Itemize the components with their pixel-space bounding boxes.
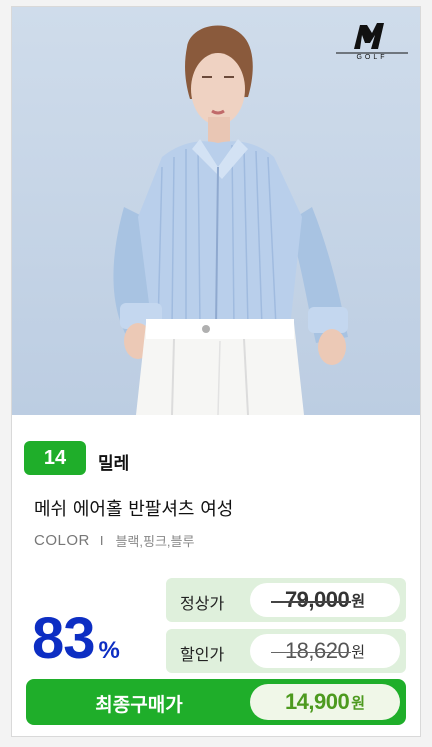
product-card[interactable]: GOLF 14 밀레 메쉬 에어홀 반팔셔츠 여성 COLOR I 블랙,핑크,…	[11, 6, 421, 737]
regular-price-box: 정상가 79,000 원	[166, 578, 406, 622]
regular-price-pill: 79,000 원	[250, 583, 400, 617]
discount-value: 83	[32, 606, 96, 671]
product-info: 14 밀레 메쉬 에어홀 반팔셔츠 여성 COLOR I 블랙,핑크,블루 83…	[12, 415, 420, 736]
final-price-value: 14,900	[284, 689, 350, 714]
color-label: COLOR	[34, 532, 90, 549]
model-image	[113, 25, 348, 415]
discount-unit: %	[98, 637, 120, 664]
currency-unit: 원	[351, 694, 366, 712]
final-price-box[interactable]: 최종구매가 14,900 원	[26, 679, 406, 725]
logo-text: GOLF	[356, 54, 388, 61]
regular-price-value: 79,000	[270, 587, 352, 612]
color-values: 블랙,핑크,블루	[115, 534, 195, 549]
regular-price-label: 정상가	[180, 594, 225, 613]
final-price-label: 최종구매가	[95, 694, 183, 716]
brand-name: 밀레	[98, 454, 130, 474]
product-photo[interactable]: GOLF	[12, 7, 420, 415]
sale-price-pill: 18,620 원	[250, 634, 400, 668]
discount-rate: 83 %	[32, 605, 120, 672]
sale-price-value: 18,620	[270, 638, 352, 663]
product-title[interactable]: 메쉬 에어홀 반팔셔츠 여성	[34, 495, 233, 521]
millet-golf-logo: GOLF	[334, 19, 410, 63]
currency-unit: 원	[351, 592, 366, 610]
final-price-pill: 14,900 원	[250, 684, 400, 720]
sale-price-box: 할인가 18,620 원	[166, 629, 406, 673]
sale-price-label: 할인가	[180, 645, 225, 664]
currency-unit: 원	[351, 643, 366, 661]
color-separator: I	[99, 533, 104, 548]
rank-badge: 14	[24, 441, 86, 475]
color-options: COLOR I 블랙,핑크,블루	[34, 531, 194, 550]
